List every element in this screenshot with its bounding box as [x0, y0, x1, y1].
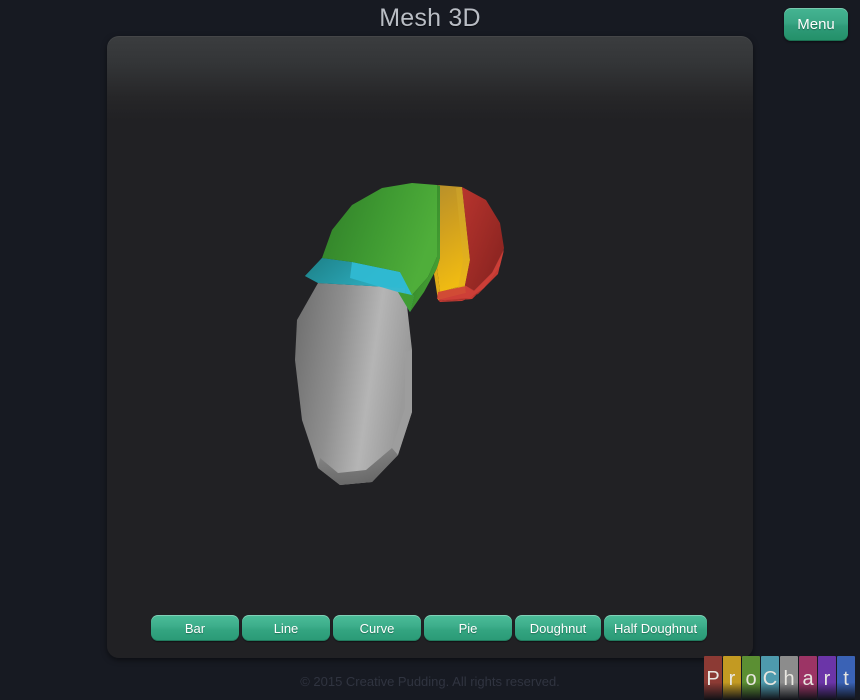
logo-letter-char: C [762, 668, 778, 690]
chart-type-toolbar: Bar Line Curve Pie Doughnut Half Doughnu… [151, 615, 708, 641]
logo-letter: r [818, 656, 836, 700]
logo-letter: t [837, 656, 855, 700]
logo-letter-char: o [745, 668, 757, 690]
logo-letter: h [780, 656, 798, 700]
chart-type-bar[interactable]: Bar [151, 615, 239, 641]
chart-type-curve[interactable]: Curve [333, 615, 421, 641]
page-title: Mesh 3D [379, 4, 481, 32]
mesh-3d-chart[interactable] [107, 36, 753, 596]
chart-type-line[interactable]: Line [242, 615, 330, 641]
logo-letter-char: P [706, 668, 720, 690]
logo-letter-char: a [802, 668, 814, 690]
logo-letter-char: t [843, 668, 849, 690]
logo-letter: a [799, 656, 817, 700]
chart-type-pie[interactable]: Pie [424, 615, 512, 641]
chart-type-doughnut[interactable]: Doughnut [515, 615, 601, 641]
app-header: Mesh 3D Menu [0, 0, 860, 41]
logo-letter-char: h [783, 668, 795, 690]
logo-letter-char: r [823, 668, 831, 690]
menu-button[interactable]: Menu [784, 8, 848, 41]
logo-letter: C [761, 656, 779, 700]
chart-type-half-doughnut[interactable]: Half Doughnut [604, 615, 708, 641]
logo-letter: o [742, 656, 760, 700]
chart-slice-gray[interactable] [295, 283, 412, 485]
prochart-logo[interactable]: P r o C h a r t [704, 652, 855, 700]
logo-letter: r [723, 656, 741, 700]
logo-letter-char: r [728, 668, 736, 690]
chart-panel: Bar Line Curve Pie Doughnut Half Doughnu… [107, 36, 753, 658]
logo-letter: P [704, 656, 722, 700]
chart-canvas-area[interactable] [107, 36, 753, 596]
